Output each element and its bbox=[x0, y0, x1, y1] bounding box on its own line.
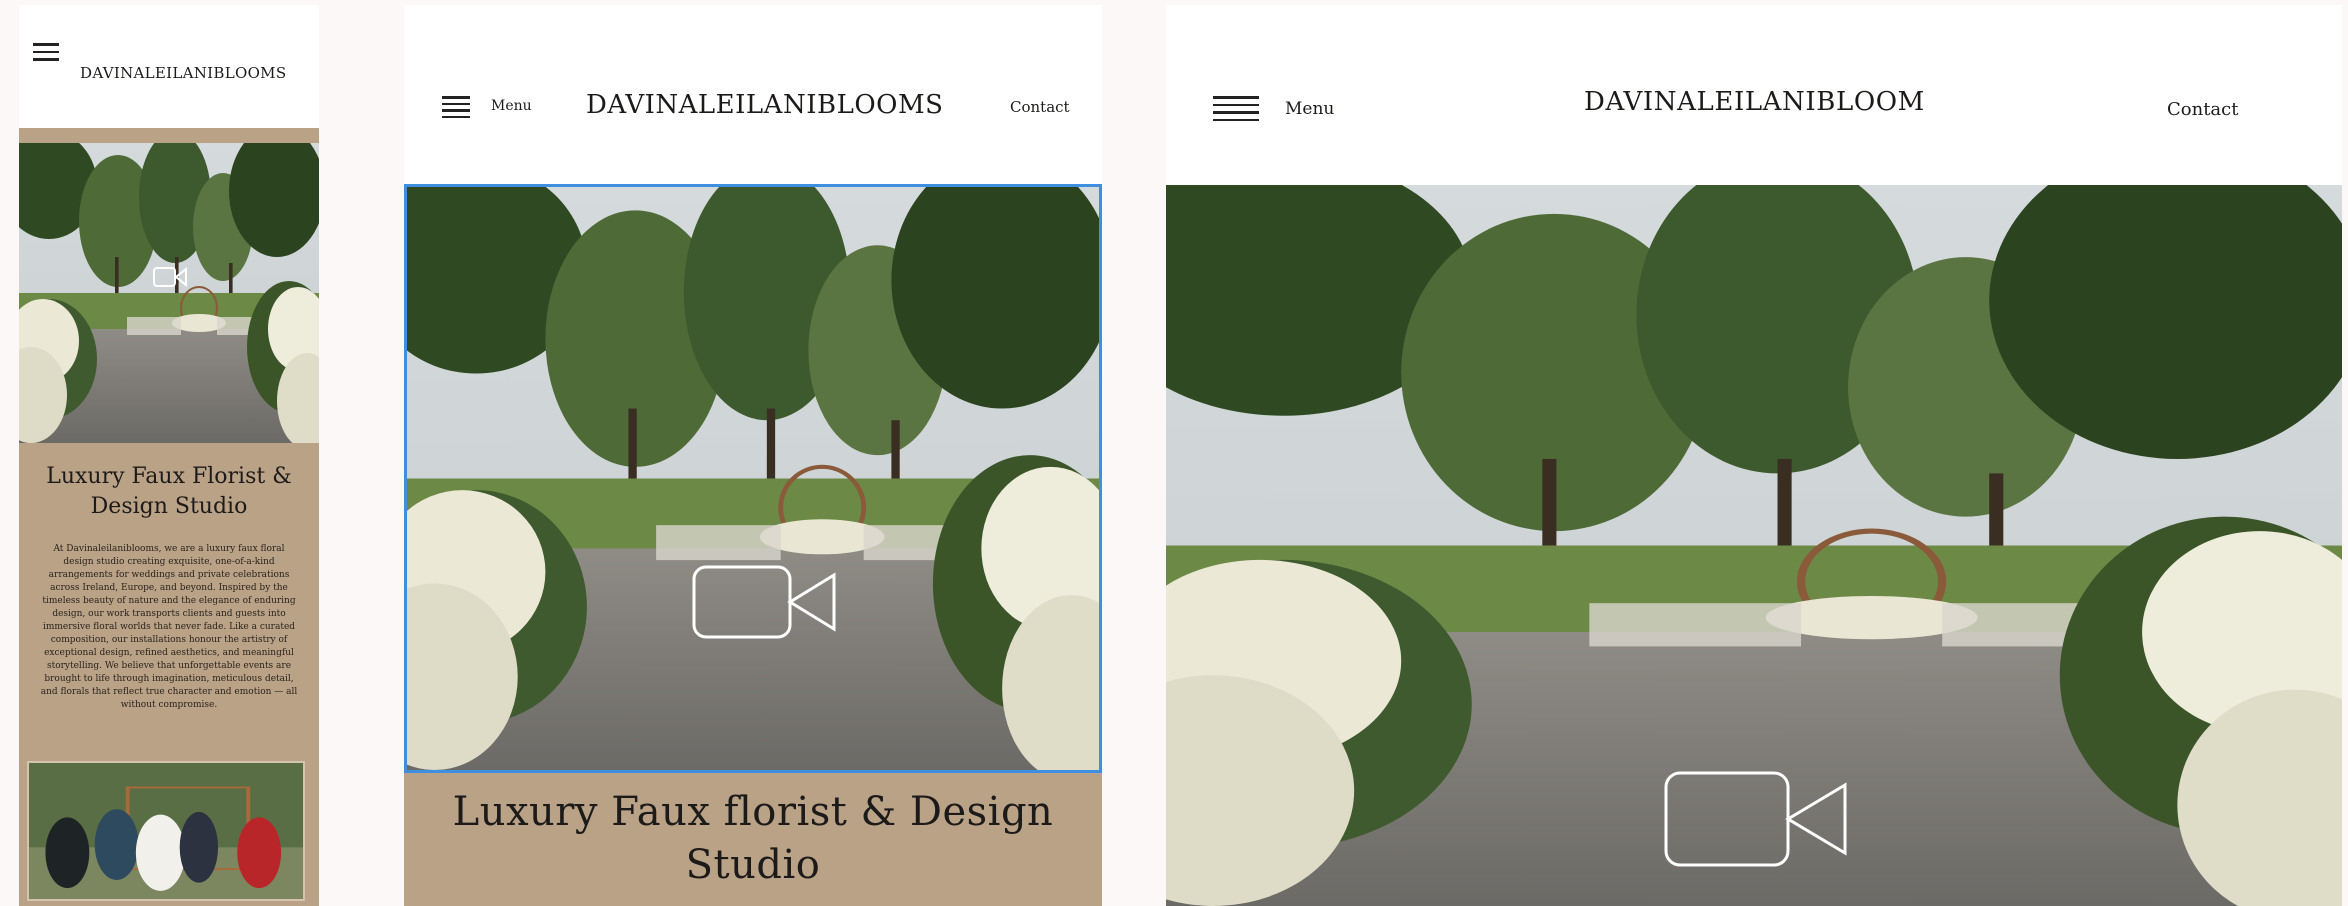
hero-section-tablet: Luxury Faux florist & Design Studio bbox=[404, 773, 1102, 906]
hero-section-mobile: Luxury Faux Florist & Design Studio At D… bbox=[19, 128, 319, 906]
hero-title-tablet: Luxury Faux florist & Design Studio bbox=[452, 789, 1054, 888]
hero-title-mobile: Luxury Faux Florist & Design Studio bbox=[46, 464, 292, 519]
mobile-view-frame: DAVINALEILANIBLOOMS Luxury Faux Florist … bbox=[19, 5, 319, 906]
video-camera-icon[interactable] bbox=[153, 266, 187, 288]
hamburger-menu-icon[interactable] bbox=[1213, 96, 1259, 121]
hero-video-mobile[interactable] bbox=[19, 143, 319, 443]
desktop-view-frame: Menu DAVINALEILANIBLOOM Contact bbox=[1166, 5, 2342, 906]
menu-link[interactable]: Menu bbox=[491, 98, 532, 114]
wedding-photo-mobile bbox=[27, 761, 305, 901]
video-camera-icon[interactable] bbox=[692, 565, 837, 639]
hero-video-tablet[interactable] bbox=[404, 184, 1102, 773]
tablet-view-frame: Menu DAVINALEILANIBLOOMS Contact Luxury … bbox=[404, 5, 1102, 906]
intro-paragraph-mobile: At Davinaleilaniblooms, we are a luxury … bbox=[40, 544, 298, 710]
hamburger-menu-icon[interactable] bbox=[442, 96, 470, 118]
site-logo-mobile[interactable]: DAVINALEILANIBLOOMS bbox=[80, 64, 286, 82]
site-logo-tablet[interactable]: DAVINALEILANIBLOOMS bbox=[586, 90, 943, 120]
contact-link[interactable]: Contact bbox=[2167, 99, 2238, 120]
site-logo-desktop[interactable]: DAVINALEILANIBLOOM bbox=[1584, 87, 1925, 117]
menu-link[interactable]: Menu bbox=[1285, 99, 1334, 119]
hero-video-desktop[interactable] bbox=[1166, 185, 2342, 906]
contact-link[interactable]: Contact bbox=[1010, 98, 1070, 116]
video-camera-icon[interactable] bbox=[1664, 771, 1848, 867]
hamburger-menu-icon[interactable] bbox=[33, 43, 59, 61]
